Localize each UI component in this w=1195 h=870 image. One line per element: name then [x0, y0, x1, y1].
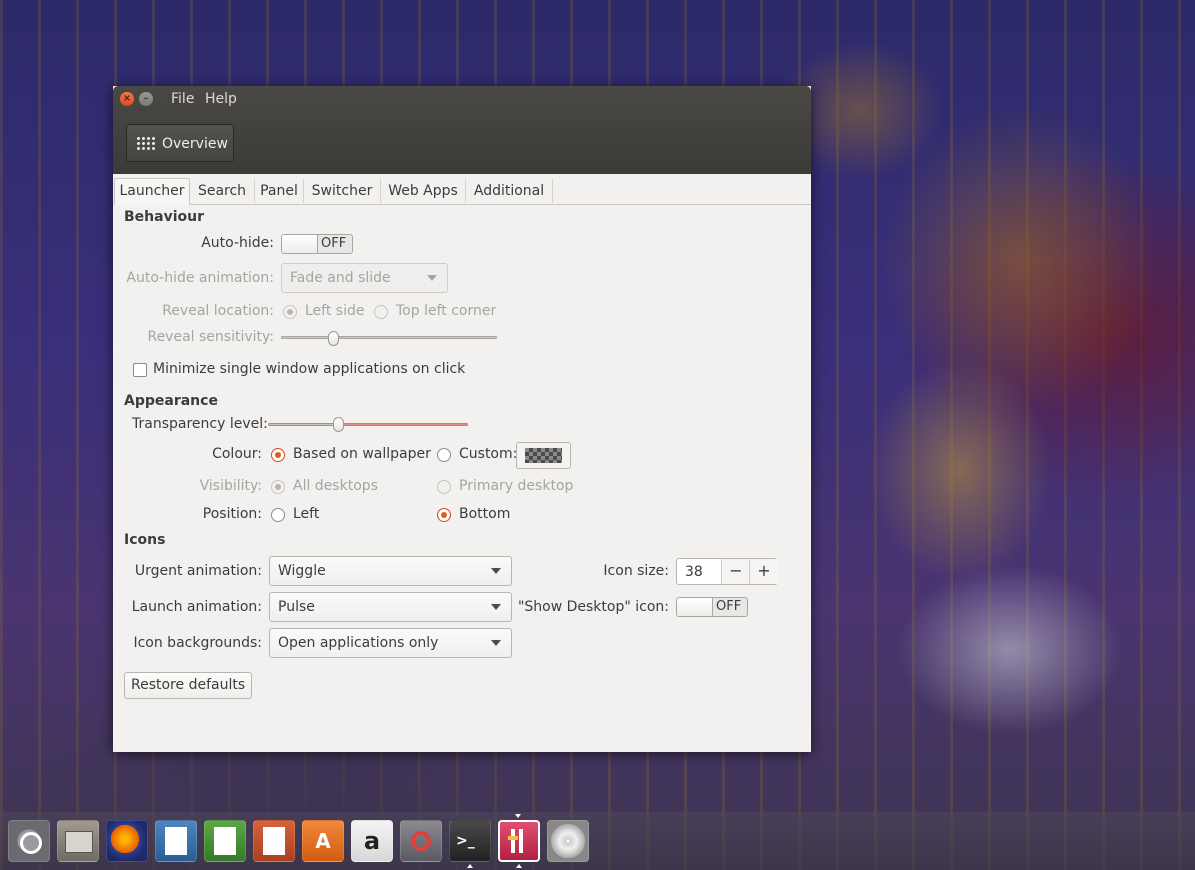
visibility-primary-radio[interactable] [437, 480, 451, 494]
appearance-heading: Appearance [124, 393, 218, 409]
tab-switcher[interactable]: Switcher [304, 179, 381, 203]
restore-defaults-button[interactable]: Restore defaults [124, 672, 253, 699]
chevron-down-icon [491, 604, 501, 610]
show-desktop-label: "Show Desktop" icon: [517, 599, 669, 615]
minimize-checkbox[interactable] [133, 363, 147, 377]
visibility-all-label: All desktops [293, 478, 378, 494]
icon-backgrounds-value: Open applications only [278, 635, 439, 651]
chevron-down-icon [427, 275, 437, 281]
software-glyph: A [315, 829, 331, 853]
reveal-left-radio[interactable] [283, 305, 297, 319]
visibility-label: Visibility: [199, 478, 262, 494]
ubuntu-icon[interactable] [8, 820, 50, 862]
autohide-animation-value: Fade and slide [290, 270, 391, 286]
launch-animation-label: Launch animation: [131, 599, 262, 615]
autohide-switch[interactable]: OFF [281, 234, 353, 254]
transparency-track[interactable] [268, 423, 468, 426]
urgent-animation-value: Wiggle [278, 563, 326, 579]
reveal-left-label: Left side [305, 303, 365, 319]
autohide-animation-label: Auto-hide animation: [126, 270, 274, 286]
terminal-icon[interactable]: >_ [449, 820, 491, 862]
menu-file[interactable]: File [171, 91, 194, 107]
show-desktop-switch[interactable]: OFF [676, 597, 748, 617]
position-bottom-label: Bottom [459, 506, 511, 522]
icon-size-spinner[interactable]: 38 − + [676, 558, 778, 585]
tab-bar: Launcher Search Panel Switcher Web Apps … [113, 178, 811, 205]
icons-heading: Icons [124, 532, 166, 548]
icon-size-label: Icon size: [603, 563, 669, 579]
behaviour-heading: Behaviour [124, 209, 204, 225]
chevron-down-icon [491, 640, 501, 646]
transparency-handle[interactable] [333, 417, 344, 432]
launch-animation-combo[interactable]: Pulse [269, 592, 512, 622]
icon-backgrounds-label: Icon backgrounds: [133, 635, 262, 651]
tab-panel[interactable]: Panel [255, 179, 304, 203]
running-indicator-icon [516, 864, 522, 868]
checker-swatch [525, 448, 562, 463]
colour-custom-radio[interactable] [437, 448, 451, 462]
reveal-sensitivity-track[interactable] [281, 336, 497, 339]
reveal-location-label: Reveal location: [162, 303, 274, 319]
autohide-state: OFF [321, 236, 347, 251]
show-desktop-state: OFF [716, 599, 742, 614]
transparency-label: Transparency level: [132, 416, 268, 432]
firefox-icon[interactable] [106, 820, 148, 862]
visibility-primary-label: Primary desktop [459, 478, 574, 494]
urgent-animation-label: Urgent animation: [134, 563, 262, 579]
minimize-label: Minimize single window applications on c… [153, 361, 466, 377]
colour-custom-label: Custom: [459, 446, 518, 462]
colour-label: Colour: [212, 446, 262, 462]
colour-wallpaper-label: Based on wallpaper [293, 446, 431, 462]
active-indicator-icon [515, 814, 521, 818]
position-label: Position: [202, 506, 262, 522]
calc-icon[interactable] [204, 820, 246, 862]
increase-button[interactable]: + [749, 559, 778, 584]
overview-label: Overview [162, 136, 228, 152]
amazon-glyph: a [363, 827, 381, 855]
reveal-sensitivity-label: Reveal sensitivity: [147, 329, 274, 345]
reveal-topleft-label: Top left corner [396, 303, 497, 319]
launcher-settings: Launcher Search Panel Switcher Web Apps … [113, 174, 811, 752]
titlebar: × – File Help Overview [113, 86, 811, 174]
decrease-button[interactable]: − [721, 559, 750, 584]
icon-size-value: 38 [685, 564, 703, 580]
writer-icon[interactable] [155, 820, 197, 862]
unity-tweak-tool-window: × – File Help Overview Launcher Search P… [113, 86, 811, 752]
launch-animation-value: Pulse [278, 599, 315, 615]
visibility-all-radio[interactable] [271, 480, 285, 494]
position-bottom-radio[interactable] [437, 508, 451, 522]
chevron-down-icon [491, 568, 501, 574]
launcher-dock: A a >_ [0, 812, 1195, 870]
reveal-topleft-radio[interactable] [374, 305, 388, 319]
position-left-label: Left [293, 506, 320, 522]
impress-icon[interactable] [253, 820, 295, 862]
grid-icon [136, 136, 156, 150]
close-icon[interactable]: × [120, 92, 134, 106]
position-left-radio[interactable] [271, 508, 285, 522]
autohide-animation-combo[interactable]: Fade and slide [281, 263, 448, 293]
icon-backgrounds-combo[interactable]: Open applications only [269, 628, 512, 658]
system-settings-icon[interactable] [400, 820, 442, 862]
tab-web-apps[interactable]: Web Apps [381, 179, 466, 203]
tab-search[interactable]: Search [190, 179, 255, 203]
colour-wallpaper-radio[interactable] [271, 448, 285, 462]
minimize-icon[interactable]: – [139, 92, 153, 106]
custom-colour-button[interactable] [516, 442, 571, 469]
overview-button[interactable]: Overview [126, 124, 234, 162]
reveal-sensitivity-handle[interactable] [327, 331, 339, 346]
files-icon[interactable] [57, 820, 99, 862]
disc-icon[interactable] [547, 820, 589, 862]
autohide-label: Auto-hide: [201, 235, 274, 251]
terminal-glyph: >_ [456, 833, 475, 849]
software-center-icon[interactable]: A [302, 820, 344, 862]
running-indicator-icon [467, 864, 473, 868]
menu-help[interactable]: Help [205, 91, 237, 107]
urgent-animation-combo[interactable]: Wiggle [269, 556, 512, 586]
tab-launcher[interactable]: Launcher [114, 178, 190, 205]
unity-tweak-icon[interactable] [498, 820, 540, 862]
amazon-icon[interactable]: a [351, 820, 393, 862]
tab-additional[interactable]: Additional [466, 179, 553, 203]
